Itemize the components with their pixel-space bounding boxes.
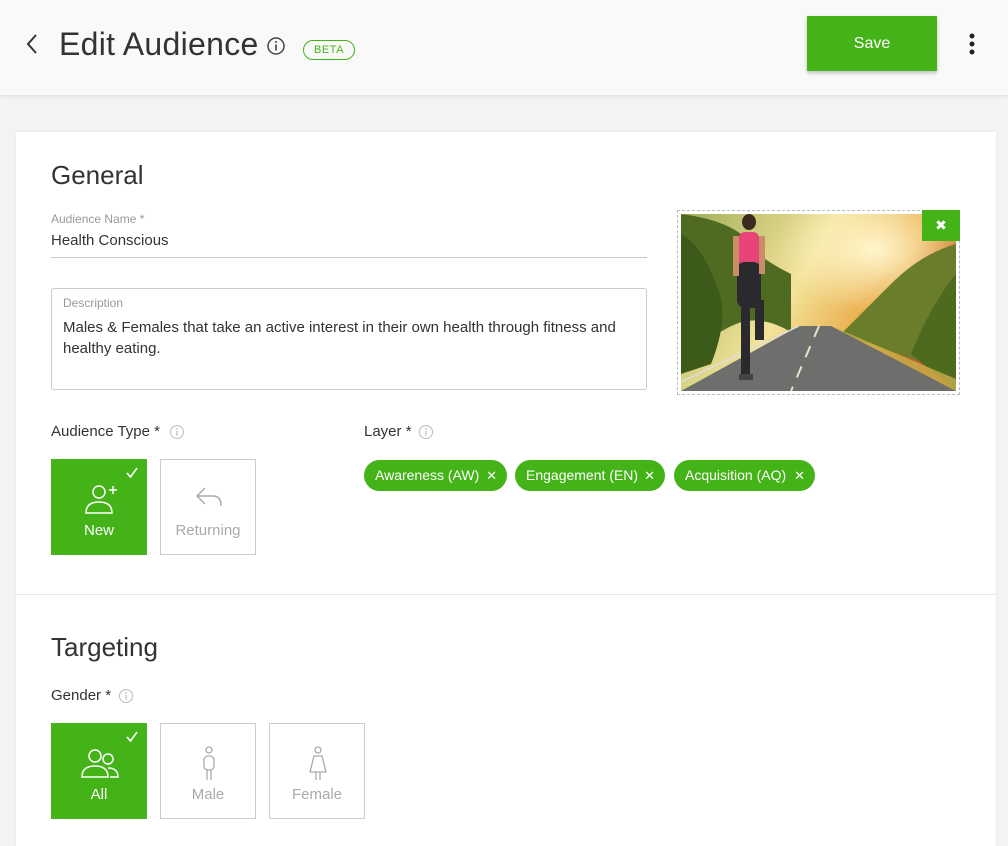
info-icon[interactable] bbox=[266, 36, 286, 56]
audience-name-underline bbox=[51, 257, 647, 258]
layer-chip-engagement: Engagement (EN) ✕ bbox=[515, 460, 665, 491]
audience-type-info-icon[interactable] bbox=[169, 424, 185, 440]
gender-male-option[interactable]: Male bbox=[160, 723, 256, 819]
check-icon bbox=[126, 466, 138, 479]
section-divider bbox=[16, 594, 996, 595]
audience-image bbox=[681, 214, 956, 391]
gender-info-icon[interactable] bbox=[118, 688, 134, 704]
return-arrow-icon bbox=[161, 480, 255, 520]
audience-type-new-option[interactable]: New bbox=[51, 459, 147, 555]
layer-chip-acquisition: Acquisition (AQ) ✕ bbox=[674, 460, 815, 491]
female-icon bbox=[270, 744, 364, 784]
audience-name-label: Audience Name * bbox=[51, 212, 145, 226]
audience-type-label: Audience Type * bbox=[51, 423, 160, 440]
targeting-section-title: Targeting bbox=[51, 632, 158, 662]
layer-chip-label: Awareness (AW) bbox=[375, 467, 480, 483]
layer-chip-label: Engagement (EN) bbox=[526, 467, 639, 483]
people-icon bbox=[52, 744, 146, 784]
general-section-title: General bbox=[51, 160, 144, 190]
gender-all-label: All bbox=[90, 786, 108, 803]
save-button[interactable]: Save bbox=[807, 16, 937, 71]
gender-female-option[interactable]: Female bbox=[269, 723, 365, 819]
page-title: Edit Audience bbox=[59, 26, 259, 62]
top-bar: Edit Audience BETA Save bbox=[0, 0, 1008, 96]
remove-chip-icon[interactable]: ✕ bbox=[644, 460, 655, 491]
add-user-icon bbox=[52, 480, 146, 520]
beta-badge: BETA bbox=[303, 40, 355, 60]
remove-image-button[interactable]: ✖ bbox=[922, 210, 960, 241]
audience-name-input[interactable]: Health Conscious bbox=[51, 232, 169, 249]
layer-info-icon[interactable] bbox=[418, 424, 434, 440]
description-textarea[interactable]: Description Males & Females that take an… bbox=[51, 288, 647, 390]
audience-type-returning-label: Returning bbox=[175, 522, 241, 539]
audience-type-new-label: New bbox=[83, 522, 114, 539]
remove-chip-icon[interactable]: ✕ bbox=[794, 460, 805, 491]
back-arrow-icon[interactable] bbox=[22, 30, 44, 58]
audience-type-returning-option[interactable]: Returning bbox=[160, 459, 256, 555]
check-icon bbox=[126, 730, 138, 743]
layer-chip-awareness: Awareness (AW) ✕ bbox=[364, 460, 507, 491]
description-label: Description bbox=[63, 296, 124, 310]
audience-image-dropzone[interactable]: ✖ bbox=[677, 210, 960, 395]
more-options-icon[interactable] bbox=[960, 30, 984, 58]
gender-all-option[interactable]: All bbox=[51, 723, 147, 819]
male-icon bbox=[161, 744, 255, 784]
layer-chip-label: Acquisition (AQ) bbox=[685, 467, 787, 483]
layer-label: Layer * bbox=[364, 423, 412, 440]
edit-audience-card: General Audience Name * Health Conscious… bbox=[16, 132, 996, 846]
gender-female-label: Female bbox=[291, 786, 343, 803]
gender-label: Gender * bbox=[51, 687, 112, 704]
gender-male-label: Male bbox=[191, 786, 225, 803]
description-text: Males & Females that take an active inte… bbox=[63, 319, 616, 357]
remove-chip-icon[interactable]: ✕ bbox=[486, 460, 497, 491]
